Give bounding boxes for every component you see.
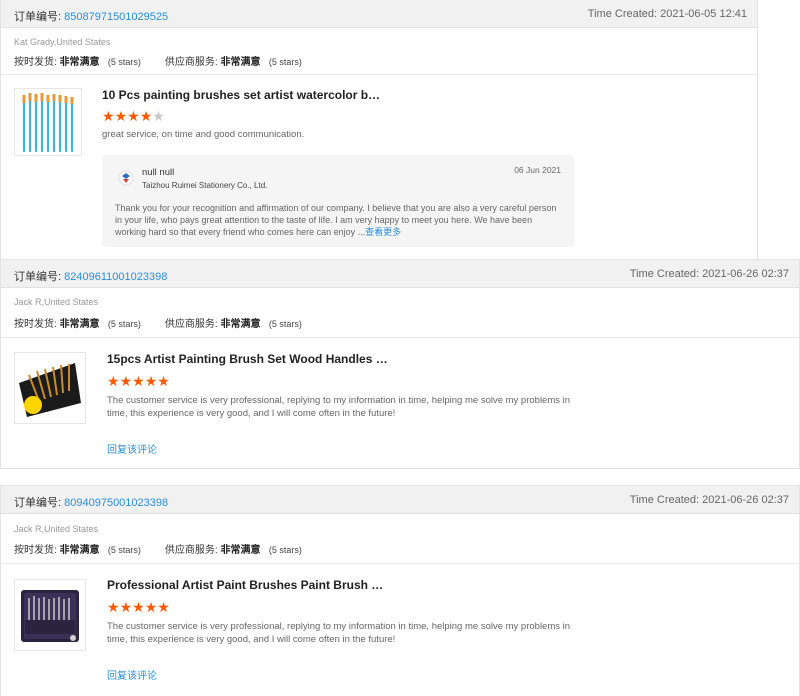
brush-case-image: [15, 580, 85, 650]
reply-to-review-link[interactable]: 回复该评论: [107, 667, 157, 682]
order-number-label: 订单编号: 85087971501029525: [14, 11, 169, 23]
reply-author: null null: [142, 167, 175, 178]
product-thumbnail[interactable]: [14, 352, 86, 424]
product-thumbnail[interactable]: [14, 88, 82, 156]
order-number-label: 订单编号: 82409611001023398: [14, 271, 168, 283]
star-icon: ★: [114, 108, 128, 124]
review-card: 订单编号: 82409611001023398 Time Created: 20…: [0, 259, 800, 469]
review-card: 订单编号: 80940975001023398 Time Created: 20…: [0, 485, 800, 696]
supplier-logo-icon: [118, 170, 134, 186]
reply-text: Thank you for your recognition and affir…: [115, 203, 557, 237]
rating-stars: ★★★★★: [102, 109, 165, 123]
star-icon: ★: [157, 599, 170, 615]
order-number-link[interactable]: 82409611001023398: [64, 271, 167, 283]
seller-ratings: 按时发货: 非常满意 (5 stars) 供应商服务: 非常满意 (5 stars…: [14, 57, 302, 68]
star-icon: ★: [107, 599, 120, 615]
divider: [1, 337, 799, 338]
product-title[interactable]: 10 Pcs painting brushes set artist water…: [102, 88, 380, 102]
product-title[interactable]: Professional Artist Paint Brushes Paint …: [107, 578, 383, 592]
time-created: Time Created: 2021-06-26 02:37: [629, 268, 789, 280]
star-icon: ★: [139, 108, 153, 124]
product-thumbnail[interactable]: [14, 579, 86, 651]
buyer-name: Jack R,United States: [14, 524, 99, 534]
star-icon: ★: [144, 373, 158, 389]
order-number-label: 订单编号: 80940975001023398: [14, 497, 169, 509]
buyer-name: Kat Grady,United States: [14, 37, 111, 47]
time-created: Time Created: 2021-06-26 02:37: [629, 494, 789, 506]
star-icon: ★: [157, 373, 170, 389]
review-comment: The customer service is very professiona…: [107, 621, 571, 645]
review-card: 订单编号: 85087971501029525 Time Created: 20…: [0, 0, 758, 262]
see-more-link[interactable]: 查看更多: [365, 227, 401, 237]
star-icon: ★: [144, 599, 158, 615]
reply-date: 06 Jun 2021: [514, 165, 561, 175]
star-icon: ★: [127, 108, 140, 124]
star-icon: ★: [132, 599, 145, 615]
rating-stars: ★★★★★: [107, 600, 170, 614]
reply-to-review-link[interactable]: 回复该评论: [107, 441, 157, 456]
seller-ratings: 按时发货: 非常满意 (5 stars) 供应商服务: 非常满意 (5 stars…: [14, 319, 302, 330]
brushes-image: [15, 89, 81, 155]
review-comment: The customer service is very professiona…: [107, 395, 571, 419]
star-icon: ★: [107, 373, 120, 389]
buyer-name: Jack R,United States: [14, 297, 99, 307]
order-header: 订单编号: 80940975001023398 Time Created: 20…: [1, 486, 799, 514]
star-icon: ★: [132, 373, 145, 389]
product-title[interactable]: 15pcs Artist Painting Brush Set Wood Han…: [107, 352, 388, 366]
order-number-link[interactable]: 80940975001023398: [64, 497, 168, 509]
time-created: Time Created: 2021-06-05 12:41: [587, 8, 747, 20]
seller-ratings: 按时发货: 非常满意 (5 stars) 供应商服务: 非常满意 (5 stars…: [14, 545, 302, 556]
review-comment: great service, on time and good communic…: [102, 129, 305, 140]
reply-company: Taizhou Ruimei Stationery Co., Ltd.: [142, 181, 268, 190]
supplier-reply: null null Taizhou Ruimei Stationery Co.,…: [102, 155, 574, 247]
order-header: 订单编号: 85087971501029525 Time Created: 20…: [1, 0, 757, 28]
brush-set-image: [15, 353, 85, 423]
star-icon: ★: [119, 373, 133, 389]
divider: [1, 74, 757, 75]
star-icon: ★: [102, 108, 115, 124]
star-icon: ★: [119, 599, 133, 615]
order-number-link[interactable]: 85087971501029525: [64, 11, 168, 23]
divider: [1, 563, 799, 564]
order-header: 订单编号: 82409611001023398 Time Created: 20…: [1, 260, 799, 288]
star-icon: ★: [152, 108, 165, 124]
rating-stars: ★★★★★: [107, 374, 170, 388]
